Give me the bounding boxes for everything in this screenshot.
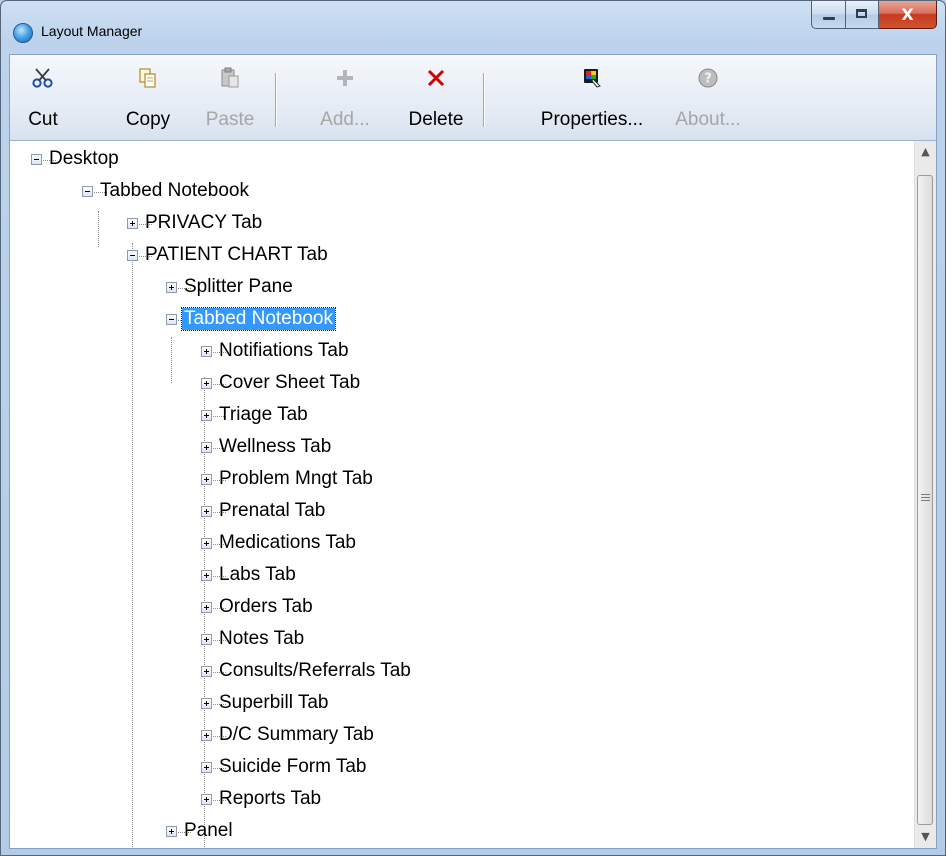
tree-node-label: Consults/Referrals Tab (219, 660, 411, 681)
properties-icon (584, 69, 601, 88)
tree-node-label: Wellness Tab (219, 436, 332, 457)
delete-button[interactable]: Delete (398, 63, 474, 133)
tree-node-label: Suicide Form Tab (219, 756, 367, 777)
help-icon: ? (698, 68, 718, 88)
tree-node-label: Superbill Tab (219, 692, 329, 713)
collapse-icon[interactable] (127, 250, 138, 261)
tree-node-label: PRIVACY Tab (145, 212, 263, 233)
expand-icon[interactable] (201, 410, 212, 421)
scroll-up-button[interactable]: ▲ (915, 141, 936, 163)
expand-icon[interactable] (127, 218, 138, 229)
tree-connector-line (98, 211, 99, 247)
expand-icon[interactable] (201, 346, 212, 357)
layout-manager-window: Layout Manager X Cut Copy Paste Add... D… (0, 0, 946, 856)
tree-node-label: Prenatal Tab (219, 500, 326, 521)
scissors-icon (32, 68, 53, 88)
copy-button[interactable]: Copy (116, 63, 180, 133)
minimize-button[interactable] (811, 1, 846, 29)
copy-icon (139, 68, 156, 88)
maximize-button[interactable] (846, 1, 879, 29)
properties-button[interactable]: Properties... (530, 63, 654, 133)
tree-node-label: Reports Tab (219, 788, 322, 809)
scroll-down-button[interactable]: ▼ (915, 826, 936, 848)
collapse-icon[interactable] (31, 154, 42, 165)
layout-tree[interactable]: Desktop Tabbed Notebook PRIVACY Tab PATI… (10, 141, 913, 848)
expand-icon[interactable] (201, 730, 212, 741)
collapse-icon[interactable] (82, 186, 93, 197)
collapse-icon[interactable] (166, 314, 177, 325)
delete-label: Delete (408, 109, 464, 130)
grip-icon (921, 494, 930, 502)
scrollbar-thumb[interactable] (917, 175, 933, 825)
tree-connector-line (171, 337, 172, 383)
close-icon: X (901, 5, 914, 24)
tree-node-label: Notes Tab (219, 628, 305, 649)
tree-node-label: Problem Mngt Tab (219, 468, 373, 489)
toolbar-separator (483, 73, 484, 127)
tree-node-label: Tabbed Notebook (100, 180, 249, 201)
title-bar[interactable]: Layout Manager X (1, 1, 945, 45)
caption-buttons: X (811, 1, 937, 31)
expand-icon[interactable] (166, 826, 177, 837)
tree-node-label: PATIENT CHART Tab (145, 244, 328, 265)
plus-icon (337, 70, 353, 86)
expand-icon[interactable] (201, 538, 212, 549)
cut-label: Cut (28, 109, 58, 130)
tree-node-label: Orders Tab (219, 596, 313, 617)
add-button[interactable]: Add... (300, 63, 390, 133)
copy-label: Copy (125, 109, 171, 130)
expand-icon[interactable] (201, 378, 212, 389)
tree-node-label: Cover Sheet Tab (219, 372, 361, 393)
app-icon[interactable] (13, 23, 33, 43)
expand-icon[interactable] (201, 698, 212, 709)
add-label: Add... (320, 109, 370, 130)
paste-button[interactable]: Paste (196, 63, 264, 133)
expand-icon[interactable] (166, 282, 177, 293)
close-button[interactable]: X (879, 1, 937, 29)
tree-node-label: Desktop (49, 148, 119, 169)
tree-node-label: D/C Summary Tab (219, 724, 374, 745)
properties-label: Properties... (540, 109, 644, 130)
tree-node-label: Triage Tab (219, 404, 308, 425)
svg-text:?: ? (704, 72, 712, 87)
toolbar-separator (275, 73, 276, 127)
vertical-scrollbar[interactable]: ▲ ▼ (914, 141, 936, 848)
expand-icon[interactable] (201, 794, 212, 805)
tree-connector-line (132, 243, 133, 848)
paste-label: Paste (205, 109, 255, 130)
about-label: About... (675, 109, 741, 130)
minimize-icon (823, 17, 835, 20)
delete-x-icon (427, 69, 445, 87)
expand-icon[interactable] (201, 602, 212, 613)
paste-icon (221, 67, 239, 88)
tree-node-label: Panel (184, 820, 233, 841)
tree-node-label: Tabbed Notebook (181, 307, 336, 331)
toolbar: Cut Copy Paste Add... Delete Properties.… (10, 55, 936, 141)
expand-icon[interactable] (201, 474, 212, 485)
tree-node-label: Splitter Pane (184, 276, 293, 297)
expand-icon[interactable] (201, 666, 212, 677)
tree-node-label: Labs Tab (219, 564, 296, 585)
expand-icon[interactable] (201, 442, 212, 453)
window-title: Layout Manager (41, 23, 143, 39)
expand-icon[interactable] (201, 570, 212, 581)
maximize-icon (856, 9, 867, 18)
cut-button[interactable]: Cut (18, 63, 68, 133)
expand-icon[interactable] (201, 506, 212, 517)
expand-icon[interactable] (201, 634, 212, 645)
tree-node-label: Medications Tab (219, 532, 356, 553)
expand-icon[interactable] (201, 762, 212, 773)
about-button[interactable]: ? About... (662, 63, 754, 133)
client-area: Cut Copy Paste Add... Delete Properties.… (9, 54, 937, 849)
tree-node-label: Notifiations Tab (219, 340, 349, 361)
